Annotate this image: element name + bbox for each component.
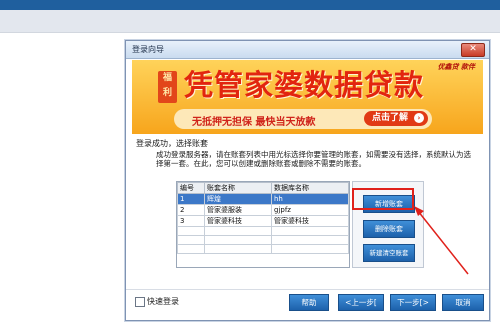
cancel-button[interactable]: 取消 bbox=[442, 294, 484, 311]
quick-login-label: 快速登录 bbox=[147, 297, 179, 306]
help-button[interactable]: 帮助 bbox=[289, 294, 329, 311]
quick-login-checkbox[interactable] bbox=[135, 297, 145, 307]
top-app-bar bbox=[0, 0, 500, 10]
toolbar-strip bbox=[0, 10, 500, 33]
next-button[interactable]: 下一步[> bbox=[390, 294, 436, 311]
previous-button[interactable]: <上一步[ bbox=[338, 294, 384, 311]
login-wizard-dialog: 登录向导 ✕ 优鑫贷 款伴 福 利 凭管家婆数据贷款 无抵押无担保 最快当天放款… bbox=[125, 40, 490, 321]
footer-divider bbox=[126, 289, 489, 290]
annotation-arrow bbox=[414, 206, 469, 275]
